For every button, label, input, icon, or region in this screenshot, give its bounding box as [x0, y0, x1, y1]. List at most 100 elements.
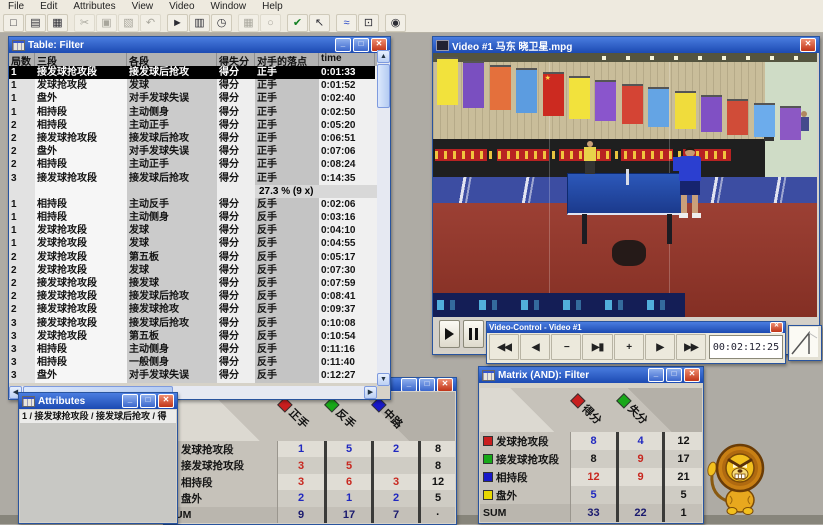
minimize-button[interactable]: _ [122, 394, 138, 408]
table-row[interactable]: 2相持段主动正手得分正手0:08:24 [9, 158, 390, 171]
maximize-button[interactable]: □ [353, 38, 369, 52]
table-row[interactable]: 3接发球抢攻段接发球后抢攻得分正手0:14:35 [9, 172, 390, 185]
scroll-down-icon[interactable]: ▼ [377, 373, 390, 386]
matrix-row[interactable]: SUM33221 [480, 504, 702, 522]
minimize-button[interactable]: _ [335, 38, 351, 52]
minimize-button[interactable]: _ [648, 368, 664, 382]
scroll-up-icon[interactable]: ▲ [377, 50, 390, 63]
column-header[interactable]: time [319, 53, 375, 66]
matrix-row[interactable]: 发球抢攻段8412 [480, 432, 702, 450]
check-button[interactable]: ✔ [287, 14, 308, 32]
matrix-row[interactable]: 发球抢攻段1528 [165, 441, 455, 457]
timer-button[interactable]: ◷ [211, 14, 232, 32]
vertical-scrollbar[interactable]: ▲ ▼ [377, 50, 390, 386]
matrix-row[interactable]: 相持段36312 [165, 474, 455, 490]
curve-button[interactable]: ≈ [336, 14, 357, 32]
close-button[interactable]: ✕ [684, 368, 700, 382]
matrix-row[interactable]: 盘外55 [480, 486, 702, 504]
table-row[interactable]: 1盘外对手发球失误得分正手0:02:40 [9, 92, 390, 105]
play-button[interactable] [439, 320, 460, 348]
table-row[interactable]: 3接发球抢攻段接发球后抢攻得分反手0:10:08 [9, 317, 390, 330]
close-button[interactable]: ✕ [437, 378, 453, 391]
open-file-button[interactable]: ▤ [25, 14, 46, 32]
step-forward-button[interactable]: ▶ [645, 334, 675, 360]
table-row[interactable]: 3相持段一般侧身得分反手0:11:40 [9, 356, 390, 369]
attributes-titlebar[interactable]: Attributes _ □ ✕ [19, 393, 177, 409]
step-back-button[interactable]: ◀ [520, 334, 550, 360]
minimize-button[interactable]: _ [401, 378, 417, 391]
assistant-lion-mascot[interactable] [700, 440, 776, 520]
matrix-row[interactable]: 接发球抢攻段8917 [480, 450, 702, 468]
table-row[interactable]: 2相持段主动正手得分正手0:05:20 [9, 119, 390, 132]
close-button[interactable]: ✕ [800, 38, 816, 52]
close-button[interactable]: ✕ [770, 322, 783, 333]
close-button[interactable]: ✕ [158, 394, 174, 408]
menu-item-attributes[interactable]: Attributes [65, 0, 123, 14]
new-file-button[interactable]: □ [3, 14, 24, 32]
matrix-row[interactable]: 接发球抢攻段358 [165, 457, 455, 473]
menu-item-help[interactable]: Help [254, 0, 291, 14]
column-header[interactable]: 对手的落点 [255, 53, 319, 66]
menu-item-video[interactable]: Video [161, 0, 202, 14]
video-titlebar[interactable]: Video #1 马东 晓卫星.mpg ✕ [433, 37, 819, 53]
table-row[interactable]: 2接发球抢攻段接发球后抢攻得分反手0:08:41 [9, 290, 390, 303]
filmstrip-button[interactable]: ▥ [189, 14, 210, 32]
table-titlebar[interactable]: Table: Filter _ □ ✕ [9, 37, 390, 53]
monitor-button[interactable]: ⊡ [358, 14, 379, 32]
maximize-button[interactable]: □ [140, 394, 156, 408]
table-row[interactable]: 1相持段主动侧身得分反手0:03:16 [9, 211, 390, 224]
attributes-entry[interactable]: 1 / 接发球抢攻段 / 接发球后抢攻 / 得 [20, 410, 176, 423]
matrix-and-titlebar[interactable]: Matrix (AND): Filter _ □ ✕ [479, 367, 703, 383]
table-row[interactable]: 3盘外对手发球失误得分反手0:12:27 [9, 369, 390, 382]
matrix-column-header[interactable]: 反手 [323, 395, 360, 432]
column-header[interactable]: 各段 [127, 53, 217, 66]
jog-panel[interactable] [788, 325, 822, 361]
table-row[interactable]: 2盘外对手发球失误得分正手0:07:06 [9, 145, 390, 158]
scroll-thumb[interactable] [377, 64, 390, 108]
video-control-titlebar[interactable]: Video-Control - Video #1 ✕ [487, 322, 785, 333]
maximize-button[interactable]: □ [419, 378, 435, 391]
table-row[interactable]: 1发球抢攻段发球得分反手0:04:55 [9, 237, 390, 250]
column-header[interactable]: 得失分 [217, 53, 255, 66]
table-row[interactable]: 2发球抢攻段发球得分反手0:07:30 [9, 264, 390, 277]
fast-rewind-button[interactable]: ◀◀ [489, 334, 519, 360]
save-button[interactable]: ▦ [47, 14, 68, 32]
scroll-right-icon[interactable]: ▶ [364, 386, 377, 399]
table-row[interactable]: 1接发球抢攻段接发球后抢攻得分正手0:01:33 [9, 66, 390, 79]
matrix-column-header[interactable]: 得分 [569, 391, 606, 428]
matrix-row[interactable]: SUM9177· [165, 507, 455, 523]
table-row[interactable]: 3相持段主动侧身得分反手0:11:16 [9, 343, 390, 356]
table-row[interactable]: 2发球抢攻段第五板得分反手0:05:17 [9, 251, 390, 264]
menu-item-file[interactable]: File [0, 0, 32, 14]
column-header[interactable]: 三段 [35, 53, 127, 66]
table-row[interactable]: 1相持段主动反手得分反手0:02:06 [9, 198, 390, 211]
matrix-row[interactable]: 相持段12921 [480, 468, 702, 486]
play-pause-button[interactable]: ▶▮ [582, 334, 612, 360]
table-row[interactable]: 2接发球抢攻段接发球抢攻得分反手0:09:37 [9, 303, 390, 316]
slower-button[interactable]: − [551, 334, 581, 360]
cursor-button[interactable]: ↖ [309, 14, 330, 32]
column-header[interactable]: 局数 [9, 53, 35, 66]
pause-button[interactable] [463, 320, 484, 348]
table-row[interactable]: 1发球抢攻段发球得分反手0:04:10 [9, 224, 390, 237]
matrix-column-header[interactable]: 失分 [615, 391, 652, 428]
table-row[interactable]: 3发球抢攻段第五板得分反手0:10:54 [9, 330, 390, 343]
table-row[interactable]: 1相持段主动侧身得分正手0:02:50 [9, 106, 390, 119]
menu-item-view[interactable]: View [124, 0, 162, 14]
table-row[interactable]: 2接发球抢攻段接发球后抢攻得分正手0:06:51 [9, 132, 390, 145]
faster-button[interactable]: + [614, 334, 644, 360]
matrix-column-header[interactable]: 中路 [370, 395, 407, 432]
maximize-button[interactable]: □ [666, 368, 682, 382]
menu-item-window[interactable]: Window [203, 0, 255, 14]
table-row[interactable]: 2接发球抢攻段接发球得分反手0:07:59 [9, 277, 390, 290]
matrix-column-header[interactable]: 正手 [276, 395, 313, 432]
grid-button: ▦ [238, 14, 259, 32]
fast-forward-button[interactable]: ▶▶ [676, 334, 706, 360]
camera-button[interactable]: ◉ [385, 14, 406, 32]
hanging-flag [569, 76, 590, 119]
video-button[interactable]: ► [167, 14, 188, 32]
table-row[interactable]: 1发球抢攻段发球得分正手0:01:52 [9, 79, 390, 92]
menu-item-edit[interactable]: Edit [32, 0, 65, 14]
video-frame[interactable]: ★ [433, 53, 817, 317]
matrix-row[interactable]: 盘外2125 [165, 490, 455, 506]
